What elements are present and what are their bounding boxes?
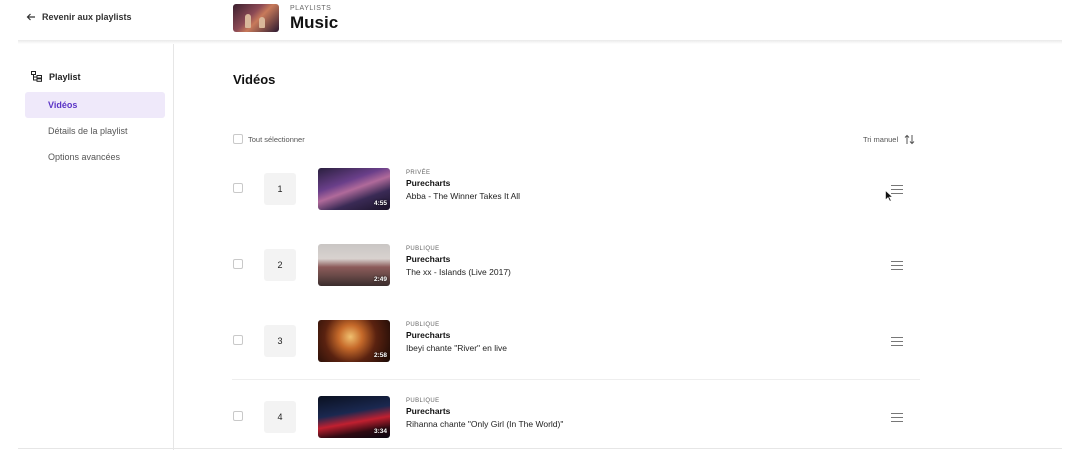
playlist-tree-icon xyxy=(31,71,42,82)
video-meta: PRIVÉE Purecharts Abba - The Winner Take… xyxy=(406,170,520,201)
video-thumbnail[interactable]: 4:55 xyxy=(318,168,390,210)
select-all-label: Tout sélectionner xyxy=(248,134,305,144)
playlist-thumbnail xyxy=(233,4,279,32)
video-row[interactable]: 4 3:34 PUBLIQUE Purecharts Rihanna chant… xyxy=(232,380,920,450)
duration-badge: 2:49 xyxy=(373,276,387,283)
sidebar-item-label: Options avancées xyxy=(48,152,121,162)
channel-name: Purecharts xyxy=(406,406,451,416)
channel-name: Purecharts xyxy=(406,254,451,264)
video-meta: PUBLIQUE Purecharts Rihanna chante "Only… xyxy=(406,398,563,429)
video-title[interactable]: The xx - Islands (Live 2017) xyxy=(406,267,511,277)
position-field[interactable]: 3 xyxy=(264,325,296,357)
visibility-label: PUBLIQUE xyxy=(406,246,440,252)
visibility-label: PRIVÉE xyxy=(406,170,431,176)
row-checkbox[interactable] xyxy=(233,259,243,269)
mouse-cursor-icon xyxy=(885,190,893,202)
video-thumbnail[interactable]: 3:34 xyxy=(318,396,390,438)
sort-label: Tri manuel xyxy=(863,135,899,144)
drag-handle-icon[interactable] xyxy=(891,337,903,346)
sort-button[interactable]: Tri manuel xyxy=(863,134,915,145)
row-checkbox[interactable] xyxy=(233,411,243,421)
visibility-label: PUBLIQUE xyxy=(406,398,440,404)
channel-name: Purecharts xyxy=(406,330,451,340)
video-meta: PUBLIQUE Purecharts The xx - Islands (Li… xyxy=(406,246,511,277)
duration-badge: 4:55 xyxy=(373,200,387,207)
position-field[interactable]: 2 xyxy=(264,249,296,281)
back-link-label: Revenir aux playlists xyxy=(42,12,132,22)
page-title: Vidéos xyxy=(233,72,276,87)
video-title[interactable]: Rihanna chante "Only Girl (In The World)… xyxy=(406,419,563,429)
sidebar-item-videos[interactable]: Vidéos xyxy=(25,92,165,118)
sidebar-heading: Playlist xyxy=(31,71,81,82)
video-row[interactable]: 1 4:55 PRIVÉE Purecharts Abba - The Winn… xyxy=(232,152,920,228)
drag-handle-icon[interactable] xyxy=(891,413,903,422)
top-header: Revenir aux playlists PLAYLISTS Music xyxy=(0,0,1080,42)
arrow-left-icon xyxy=(26,13,35,21)
video-list: 1 4:55 PRIVÉE Purecharts Abba - The Winn… xyxy=(232,152,920,450)
sidebar-item-label: Vidéos xyxy=(48,100,78,110)
sidebar-item-label: Détails de la playlist xyxy=(48,126,128,136)
duration-badge: 2:58 xyxy=(373,352,387,359)
channel-name: Purecharts xyxy=(406,178,451,188)
video-meta: PUBLIQUE Purecharts Ibeyi chante "River"… xyxy=(406,322,507,353)
row-checkbox[interactable] xyxy=(233,183,243,193)
video-thumbnail[interactable]: 2:58 xyxy=(318,320,390,362)
position-field[interactable]: 4 xyxy=(264,401,296,433)
duration-badge: 3:34 xyxy=(373,428,387,435)
header-divider xyxy=(18,40,1062,44)
back-to-playlists-link[interactable]: Revenir aux playlists xyxy=(26,12,132,22)
video-row[interactable]: 3 2:58 PUBLIQUE Purecharts Ibeyi chante … xyxy=(232,304,920,380)
playlist-title: Music xyxy=(290,13,339,32)
row-checkbox[interactable] xyxy=(233,335,243,345)
video-title[interactable]: Abba - The Winner Takes It All xyxy=(406,191,520,201)
sidebar-item-advanced-options[interactable]: Options avancées xyxy=(25,144,165,170)
select-all-checkbox[interactable] xyxy=(233,134,243,144)
sidebar-heading-label: Playlist xyxy=(49,71,81,82)
sort-arrows-icon xyxy=(904,134,915,145)
video-title[interactable]: Ibeyi chante "River" en live xyxy=(406,343,507,353)
sidebar-item-playlist-details[interactable]: Détails de la playlist xyxy=(25,118,165,144)
video-row[interactable]: 2 2:49 PUBLIQUE Purecharts The xx - Isla… xyxy=(232,228,920,304)
sidebar: Playlist Vidéos Détails de la playlist O… xyxy=(0,44,174,450)
drag-handle-icon[interactable] xyxy=(891,261,903,270)
select-all[interactable]: Tout sélectionner xyxy=(233,134,305,144)
playlist-kicker: PLAYLISTS xyxy=(290,5,332,12)
video-thumbnail[interactable]: 2:49 xyxy=(318,244,390,286)
bottom-divider xyxy=(18,448,1062,449)
visibility-label: PUBLIQUE xyxy=(406,322,440,328)
position-field[interactable]: 1 xyxy=(264,173,296,205)
